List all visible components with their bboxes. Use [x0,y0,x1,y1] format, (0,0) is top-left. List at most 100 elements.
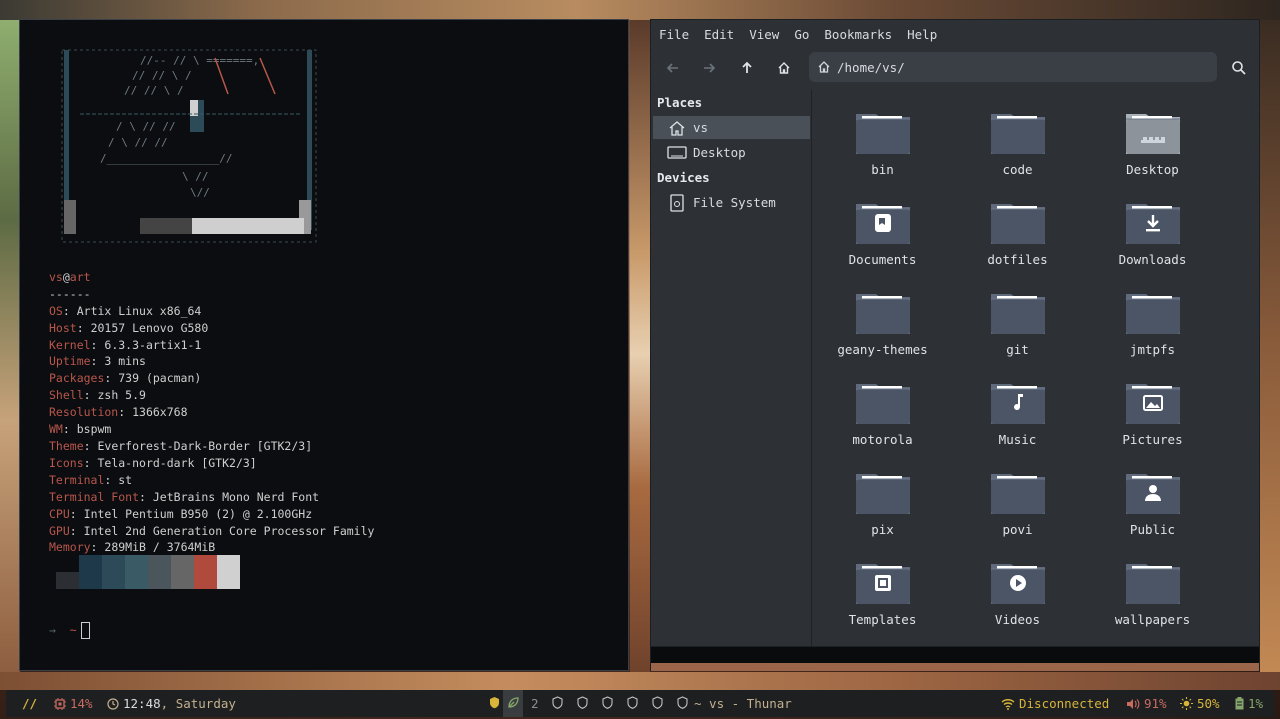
drive-icon [667,193,687,212]
svg-text:\//: \// [190,186,210,199]
menu-view[interactable]: View [749,27,779,42]
shell-prompt[interactable]: → ~ [49,622,90,639]
menu-edit[interactable]: Edit [704,27,734,42]
sun-icon [1180,697,1193,710]
palette-swatch [217,555,240,589]
folder-item[interactable]: Desktop [1085,99,1220,189]
folder-item[interactable]: bin [815,99,950,189]
video-folder-icon [990,564,1045,604]
back-button[interactable] [661,56,685,80]
folder-item[interactable]: motorola [815,369,950,459]
palette-swatch [194,555,217,589]
folder-icon [990,114,1045,154]
volume-module[interactable]: 91% [1126,690,1167,717]
folder-label: povi [1002,522,1033,537]
location-bar[interactable]: /home/vs/ [809,52,1217,82]
distro-logo-ascii: //-- // \ =======, // // \ / // // \ / /… [60,48,320,248]
folder-item[interactable]: jmtpfs [1085,279,1220,369]
location-path: /home/vs/ [837,59,905,75]
folder-item[interactable]: pix [815,459,950,549]
forward-button[interactable] [697,56,721,80]
home-icon [667,119,687,137]
info-row: Memory: 289MiB / 3764MiB [49,540,216,555]
shield-outline-icon [627,695,638,712]
sidebar-item-desktop[interactable]: Desktop [653,141,810,164]
up-button[interactable] [735,56,759,80]
launcher-button[interactable]: // [22,690,37,717]
shield-outline-icon [577,695,588,712]
battery-module: 1% [1235,690,1263,717]
menu-bar: File Edit View Go Bookmarks Help [651,20,1259,48]
network-module[interactable]: Disconnected [1001,690,1109,717]
clock-time: 12:48 [123,696,161,711]
shield-outline-icon [552,695,563,712]
brightness-module[interactable]: 50% [1180,690,1220,717]
menu-help[interactable]: Help [907,27,937,42]
home-button[interactable] [772,56,796,80]
info-row: WM: bspwm [49,422,112,437]
folder-item[interactable]: wallpapers [1085,549,1220,639]
svg-text:// // \ /: // // \ / [124,84,184,97]
sidebar-heading-devices: Devices [657,170,710,185]
workspace-indicator-2[interactable] [503,690,523,717]
search-button[interactable] [1227,56,1251,80]
sidebar-item-filesystem[interactable]: File System [653,191,810,214]
palette-swatch [125,555,148,589]
workspace-indicator-4[interactable] [577,690,588,717]
palette-swatch [171,555,194,589]
file-manager-window[interactable]: File Edit View Go Bookmarks Help /home/v… [650,19,1260,671]
workspace-indicator-1[interactable] [484,690,504,717]
info-row: GPU: Intel 2nd Generation Core Processor… [49,523,375,538]
folder-item[interactable]: code [950,99,1085,189]
cpu-module: 14% [54,690,93,717]
menu-file[interactable]: File [659,27,689,42]
folder-item[interactable]: Public [1085,459,1220,549]
folder-item[interactable]: povi [950,459,1085,549]
folder-item[interactable]: git [950,279,1085,369]
folder-icon [855,474,910,514]
folder-item[interactable]: Templates [815,549,950,639]
clock-icon [107,697,119,710]
menu-bookmarks[interactable]: Bookmarks [824,27,892,42]
arrow-right-icon [704,63,716,73]
info-row: Terminal: st [49,472,133,487]
terminal-window[interactable]: //-- // \ =======, // // \ / // // \ / /… [19,19,629,671]
folder-label: Documents [848,252,917,267]
folder-label: Public [1129,522,1176,537]
arrow-left-icon [666,63,678,73]
brightness-value: 50% [1197,696,1220,711]
workspace-indicator-7[interactable] [652,690,663,717]
sidebar-item-home[interactable]: vs [653,116,810,139]
wallpaper [0,672,1280,690]
workspace-indicator-8[interactable] [677,690,688,717]
folder-item[interactable]: Downloads [1085,189,1220,279]
info-row: Resolution: 1366x768 [49,405,188,420]
workspace-indicator-3[interactable] [552,690,563,717]
sidebar-item-label: vs [693,120,709,135]
folder-item[interactable]: Music [950,369,1085,459]
folder-item[interactable]: Pictures [1085,369,1220,459]
home-icon [778,62,790,74]
shield-outline-icon [677,695,688,712]
cpu-value: 14% [70,696,93,711]
home-icon [818,61,830,73]
folder-item[interactable]: Videos [950,549,1085,639]
svg-text:/_________________//: /_________________// [100,152,232,165]
svg-text:/ \ // //: / \ // // [108,136,168,149]
folder-item[interactable]: geany-themes [815,279,950,369]
info-row: Uptime: 3 mins [49,354,146,369]
folder-item[interactable]: Documents [815,189,950,279]
shield-outline-icon [602,695,613,712]
folder-item[interactable]: dotfiles [950,189,1085,279]
folder-icon [990,294,1045,334]
network-status: Disconnected [1019,696,1110,711]
folder-label: bin [871,162,894,177]
sidebar: Places vs Desktop Devices File System [651,90,812,646]
folder-icon [1125,294,1180,334]
info-row: Kernel: 6.3.3-artix1-1 [49,337,202,352]
palette-swatch [56,572,79,589]
workspace-indicator-5[interactable] [602,690,613,717]
fetch-separator: ------ [49,286,91,301]
workspace-indicator-6[interactable] [627,690,638,717]
menu-go[interactable]: Go [794,27,809,42]
